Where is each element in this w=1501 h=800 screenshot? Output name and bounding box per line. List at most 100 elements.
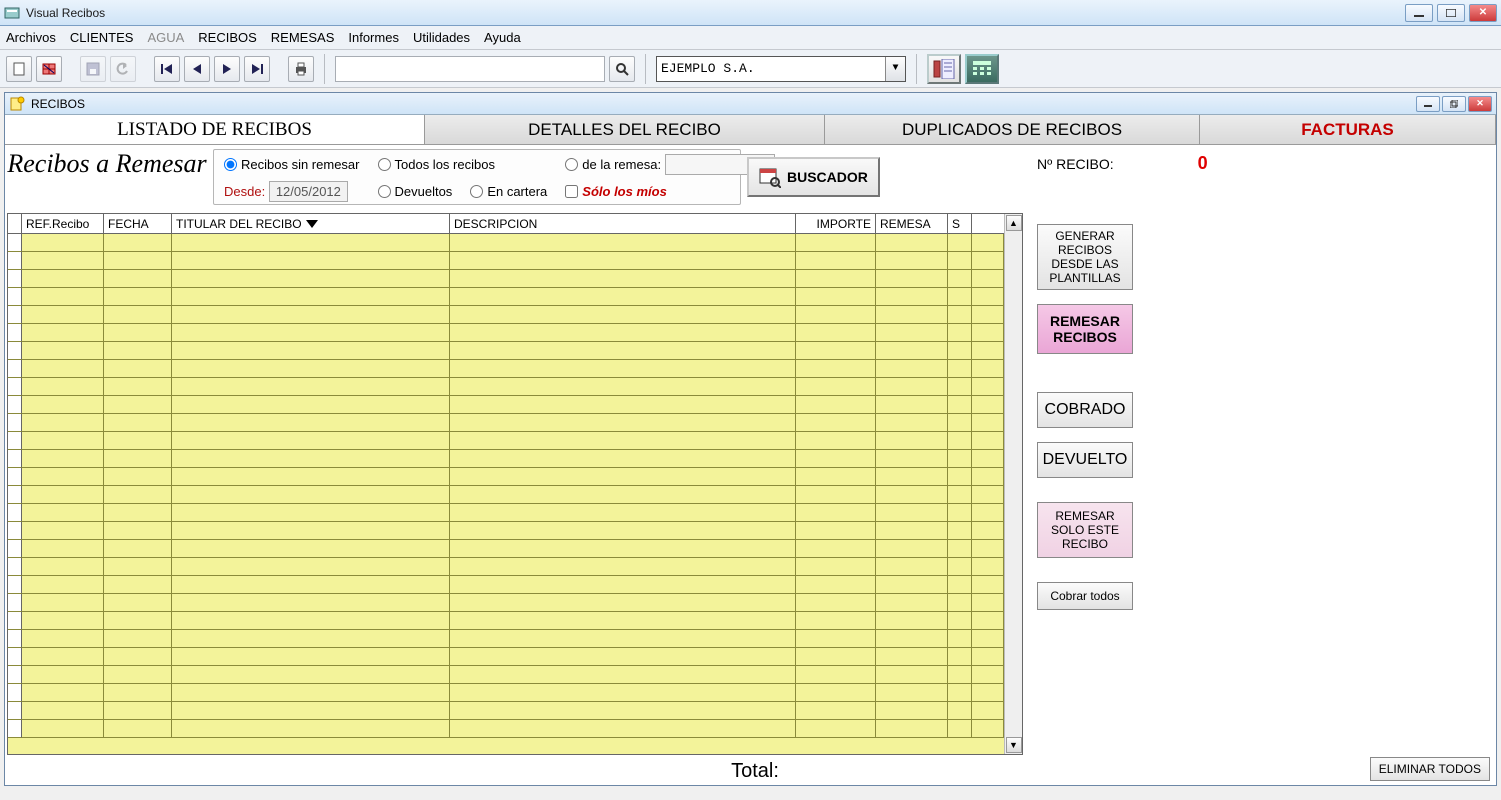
- table-cell[interactable]: [796, 594, 876, 612]
- table-cell[interactable]: [450, 432, 796, 450]
- table-cell[interactable]: [796, 576, 876, 594]
- table-cell[interactable]: [8, 666, 22, 684]
- table-cell[interactable]: [876, 702, 948, 720]
- table-row[interactable]: [8, 288, 1004, 306]
- table-cell[interactable]: [796, 450, 876, 468]
- table-cell[interactable]: [796, 306, 876, 324]
- table-cell[interactable]: [8, 648, 22, 666]
- table-cell[interactable]: [972, 324, 1004, 342]
- table-cell[interactable]: [796, 720, 876, 738]
- table-cell[interactable]: [104, 630, 172, 648]
- table-cell[interactable]: [8, 594, 22, 612]
- table-row[interactable]: [8, 504, 1004, 522]
- table-cell[interactable]: [8, 324, 22, 342]
- table-row[interactable]: [8, 540, 1004, 558]
- table-cell[interactable]: [876, 576, 948, 594]
- check-solo-mios[interactable]: Sólo los míos: [565, 184, 775, 199]
- table-cell[interactable]: [104, 540, 172, 558]
- grid-header-ref[interactable]: REF.Recibo: [22, 214, 104, 233]
- table-cell[interactable]: [22, 486, 104, 504]
- table-cell[interactable]: [948, 432, 972, 450]
- table-cell[interactable]: [22, 378, 104, 396]
- table-cell[interactable]: [948, 360, 972, 378]
- table-cell[interactable]: [104, 270, 172, 288]
- table-cell[interactable]: [22, 630, 104, 648]
- table-cell[interactable]: [796, 558, 876, 576]
- table-row[interactable]: [8, 252, 1004, 270]
- radio-en-cartera-input[interactable]: [470, 185, 483, 198]
- table-cell[interactable]: [876, 612, 948, 630]
- table-cell[interactable]: [796, 342, 876, 360]
- table-row[interactable]: [8, 234, 1004, 252]
- table-cell[interactable]: [972, 450, 1004, 468]
- table-cell[interactable]: [172, 432, 450, 450]
- table-cell[interactable]: [22, 558, 104, 576]
- table-cell[interactable]: [8, 540, 22, 558]
- table-cell[interactable]: [172, 270, 450, 288]
- table-cell[interactable]: [876, 666, 948, 684]
- table-cell[interactable]: [104, 414, 172, 432]
- table-row[interactable]: [8, 396, 1004, 414]
- table-cell[interactable]: [876, 270, 948, 288]
- table-cell[interactable]: [22, 288, 104, 306]
- menu-clientes[interactable]: CLIENTES: [70, 30, 134, 45]
- table-cell[interactable]: [172, 558, 450, 576]
- menu-informes[interactable]: Informes: [348, 30, 399, 45]
- menu-recibos[interactable]: RECIBOS: [198, 30, 257, 45]
- table-cell[interactable]: [972, 288, 1004, 306]
- table-cell[interactable]: [22, 648, 104, 666]
- calculator-button[interactable]: [965, 54, 999, 84]
- table-cell[interactable]: [172, 360, 450, 378]
- table-cell[interactable]: [172, 468, 450, 486]
- table-cell[interactable]: [450, 666, 796, 684]
- table-cell[interactable]: [876, 450, 948, 468]
- table-cell[interactable]: [22, 468, 104, 486]
- table-cell[interactable]: [796, 378, 876, 396]
- table-cell[interactable]: [172, 594, 450, 612]
- table-cell[interactable]: [450, 468, 796, 486]
- tab-facturas[interactable]: FACTURAS: [1200, 115, 1496, 144]
- table-cell[interactable]: [172, 684, 450, 702]
- table-cell[interactable]: [972, 666, 1004, 684]
- table-cell[interactable]: [972, 594, 1004, 612]
- table-row[interactable]: [8, 594, 1004, 612]
- table-cell[interactable]: [972, 540, 1004, 558]
- print-button[interactable]: [288, 56, 314, 82]
- table-cell[interactable]: [8, 612, 22, 630]
- table-cell[interactable]: [948, 306, 972, 324]
- table-cell[interactable]: [172, 540, 450, 558]
- table-row[interactable]: [8, 720, 1004, 738]
- table-cell[interactable]: [450, 252, 796, 270]
- table-cell[interactable]: [796, 684, 876, 702]
- table-row[interactable]: [8, 486, 1004, 504]
- table-cell[interactable]: [104, 378, 172, 396]
- table-cell[interactable]: [8, 702, 22, 720]
- table-cell[interactable]: [22, 342, 104, 360]
- view-list-button[interactable]: [927, 54, 961, 84]
- table-cell[interactable]: [972, 486, 1004, 504]
- mdi-minimize-button[interactable]: [1416, 96, 1440, 112]
- table-cell[interactable]: [8, 396, 22, 414]
- table-cell[interactable]: [876, 414, 948, 432]
- undo-button[interactable]: [110, 56, 136, 82]
- table-cell[interactable]: [8, 450, 22, 468]
- nav-first-button[interactable]: [154, 56, 180, 82]
- table-cell[interactable]: [172, 342, 450, 360]
- table-cell[interactable]: [8, 414, 22, 432]
- radio-devueltos[interactable]: Devueltos: [378, 184, 453, 199]
- grid-header-titular[interactable]: TITULAR DEL RECIBO: [172, 214, 450, 233]
- table-cell[interactable]: [22, 450, 104, 468]
- tab-detalles[interactable]: DETALLES DEL RECIBO: [425, 115, 825, 144]
- grid-header-descripcion[interactable]: DESCRIPCION: [450, 214, 796, 233]
- nav-last-button[interactable]: [244, 56, 270, 82]
- table-cell[interactable]: [948, 558, 972, 576]
- table-cell[interactable]: [172, 414, 450, 432]
- table-cell[interactable]: [22, 594, 104, 612]
- table-cell[interactable]: [796, 702, 876, 720]
- table-cell[interactable]: [172, 288, 450, 306]
- table-cell[interactable]: [172, 504, 450, 522]
- table-cell[interactable]: [972, 360, 1004, 378]
- table-row[interactable]: [8, 576, 1004, 594]
- table-cell[interactable]: [8, 270, 22, 288]
- save-button[interactable]: [80, 56, 106, 82]
